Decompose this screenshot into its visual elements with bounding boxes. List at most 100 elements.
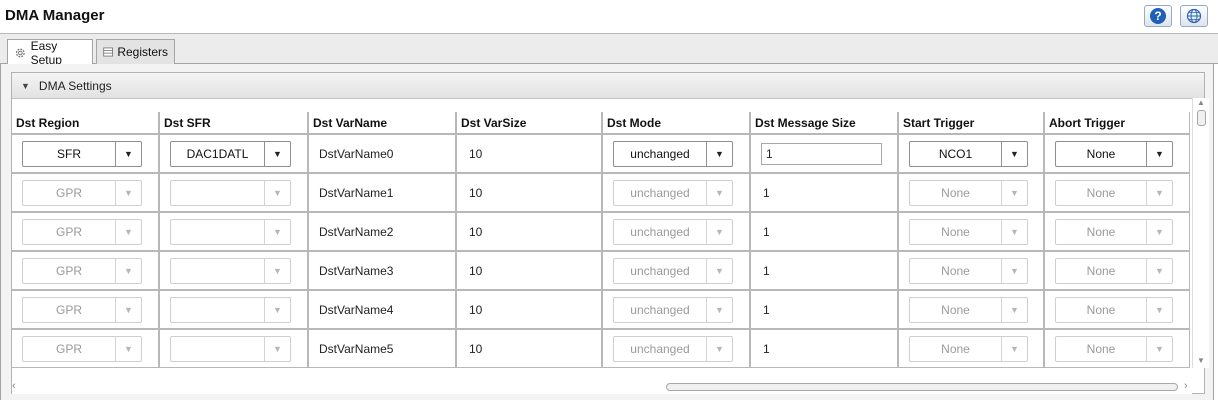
tab-easy-setup[interactable]: Easy Setup — [7, 39, 93, 67]
cell-dst-sfr: ▼ — [159, 329, 309, 368]
chevron-down-icon: ▼ — [1001, 219, 1027, 244]
dst-region-select-value: GPR — [55, 302, 82, 317]
abort-trigger-select: None ▼ — [1055, 218, 1173, 245]
col-dst-message-size[interactable]: Dst Message Size — [750, 112, 899, 135]
start-trigger-select-value: None — [941, 224, 970, 239]
cell-dst-varname: DstVarName1 — [308, 173, 457, 213]
cell-dst-region: GPR ▼ — [12, 329, 160, 368]
dst-sfr-select-value — [171, 259, 264, 283]
col-dst-mode[interactable]: Dst Mode — [602, 112, 751, 135]
scroll-right-icon[interactable]: › — [1184, 380, 1188, 392]
col-dst-sfr[interactable]: Dst SFR — [159, 112, 309, 135]
help-button[interactable]: ? — [1144, 5, 1172, 27]
cell-dst-message-size: 1 — [750, 134, 899, 174]
abort-trigger-select-value: None — [1086, 185, 1116, 200]
cell-dst-mode: unchanged ▼ — [602, 212, 751, 252]
chevron-down-icon: ▼ — [1146, 336, 1172, 361]
start-trigger-select[interactable]: NCO1 ▼ — [909, 140, 1028, 167]
dst-varsize-text: 10 — [469, 224, 483, 239]
col-start-trigger[interactable]: Start Trigger — [898, 112, 1045, 135]
dst-mode-select-value: unchanged — [630, 185, 690, 200]
cell-abort-trigger: None ▼ — [1044, 290, 1190, 330]
header-row: Dst Region Dst SFR Dst VarName Dst VarSi… — [12, 112, 1190, 135]
horizontal-scrollbar[interactable]: ‹ › — [12, 380, 1192, 394]
vertical-scroll-thumb[interactable] — [1197, 110, 1206, 126]
cell-dst-varsize: 10 — [456, 290, 603, 330]
vertical-scrollbar[interactable]: ▲ ▼ — [1192, 98, 1209, 368]
table-row: GPR ▼ ▼ DstVarName1 10 unchanged ▼ 1 None ▼ None ▼ — [12, 173, 1190, 213]
cell-dst-varname: DstVarName4 — [308, 290, 457, 330]
dst-region-select[interactable]: SFR ▼ — [22, 140, 142, 167]
col-dst-varname[interactable]: Dst VarName — [308, 112, 457, 135]
cell-abort-trigger: None ▼ — [1044, 329, 1190, 368]
tab-registers[interactable]: Registers — [96, 39, 175, 64]
chevron-down-icon: ▼ — [706, 336, 732, 361]
chevron-down-icon: ▼ — [115, 180, 141, 205]
scroll-down-icon[interactable]: ▼ — [1197, 356, 1205, 365]
cell-dst-sfr: ▼ — [159, 251, 309, 291]
cell-abort-trigger: None ▼ — [1044, 173, 1190, 213]
help-icon: ? — [1150, 8, 1166, 24]
collapse-arrow-icon[interactable]: ▼ — [21, 81, 30, 91]
abort-trigger-select[interactable]: None ▼ — [1055, 140, 1173, 167]
cell-start-trigger: None ▼ — [898, 212, 1045, 252]
cell-dst-varsize: 10 — [456, 329, 603, 368]
chevron-down-icon: ▼ — [706, 297, 732, 322]
chevron-down-icon[interactable]: ▼ — [264, 141, 290, 166]
dst-mode-select: unchanged ▼ — [613, 335, 733, 362]
dst-varname-text: DstVarName0 — [319, 146, 394, 161]
cell-dst-varsize: 10 — [456, 212, 603, 252]
dst-message-size-input[interactable]: 1 — [761, 142, 882, 165]
tab-registers-label: Registers — [117, 45, 168, 59]
dst-sfr-select: ▼ — [170, 218, 291, 245]
chevron-down-icon: ▼ — [115, 219, 141, 244]
dst-sfr-select: ▼ — [170, 179, 291, 206]
dst-sfr-select-value: DAC1DATL — [186, 146, 249, 161]
chevron-down-icon[interactable]: ▼ — [1146, 141, 1172, 166]
tab-bar: Easy Setup Registers — [0, 34, 1218, 67]
cell-dst-mode: unchanged ▼ — [602, 173, 751, 213]
table-row: GPR ▼ ▼ DstVarName5 10 unchanged ▼ 1 None ▼ None ▼ — [12, 329, 1190, 368]
table-row: GPR ▼ ▼ DstVarName4 10 unchanged ▼ 1 None ▼ None ▼ — [12, 290, 1190, 330]
chevron-down-icon: ▼ — [1146, 180, 1172, 205]
cell-dst-varsize: 10 — [456, 173, 603, 213]
table-row: GPR ▼ ▼ DstVarName3 10 unchanged ▼ 1 None ▼ None ▼ — [12, 251, 1190, 291]
dst-message-size-text: 1 — [763, 302, 770, 317]
section-title: DMA Settings — [38, 78, 112, 93]
dst-mode-select-value: unchanged — [630, 146, 690, 161]
chevron-down-icon[interactable]: ▼ — [115, 141, 141, 166]
web-button[interactable] — [1180, 5, 1208, 27]
cell-dst-message-size: 1 — [750, 251, 899, 291]
chevron-down-icon: ▼ — [264, 258, 290, 283]
dst-varname-text: DstVarName1 — [319, 185, 394, 200]
dst-sfr-select[interactable]: DAC1DATL ▼ — [170, 140, 291, 167]
dst-message-size-text: 1 — [763, 341, 770, 356]
col-dst-varsize[interactable]: Dst VarSize — [456, 112, 603, 135]
col-dst-region[interactable]: Dst Region — [12, 112, 160, 135]
scroll-left-icon[interactable]: ‹ — [12, 380, 16, 392]
cell-start-trigger: None ▼ — [898, 251, 1045, 291]
chevron-down-icon: ▼ — [1001, 297, 1027, 322]
chevron-down-icon: ▼ — [115, 297, 141, 322]
abort-trigger-select-value: None — [1086, 341, 1116, 356]
chevron-down-icon[interactable]: ▼ — [1001, 141, 1027, 166]
dst-varname-text: DstVarName2 — [319, 224, 394, 239]
dst-region-select: GPR ▼ — [22, 296, 142, 323]
scroll-up-icon[interactable]: ▲ — [1197, 98, 1205, 107]
cell-dst-region: SFR ▼ — [12, 134, 160, 174]
abort-trigger-select-value: None — [1086, 224, 1116, 239]
dma-settings-header[interactable]: ▼ DMA Settings — [12, 73, 1204, 99]
cell-dst-region: GPR ▼ — [12, 212, 160, 252]
horizontal-scroll-thumb[interactable] — [666, 383, 1178, 391]
dst-mode-select[interactable]: unchanged ▼ — [613, 140, 733, 167]
chevron-down-icon[interactable]: ▼ — [706, 141, 732, 166]
dst-varname-text: DstVarName5 — [319, 341, 394, 356]
abort-trigger-select: None ▼ — [1055, 257, 1173, 284]
chevron-down-icon: ▼ — [1146, 258, 1172, 283]
start-trigger-select-value: None — [941, 263, 970, 278]
dst-varname-text: DstVarName4 — [319, 302, 394, 317]
abort-trigger-select: None ▼ — [1055, 335, 1173, 362]
col-abort-trigger[interactable]: Abort Trigger — [1044, 112, 1190, 135]
abort-trigger-select-value: None — [1086, 302, 1116, 317]
cell-dst-varname: DstVarName3 — [308, 251, 457, 291]
